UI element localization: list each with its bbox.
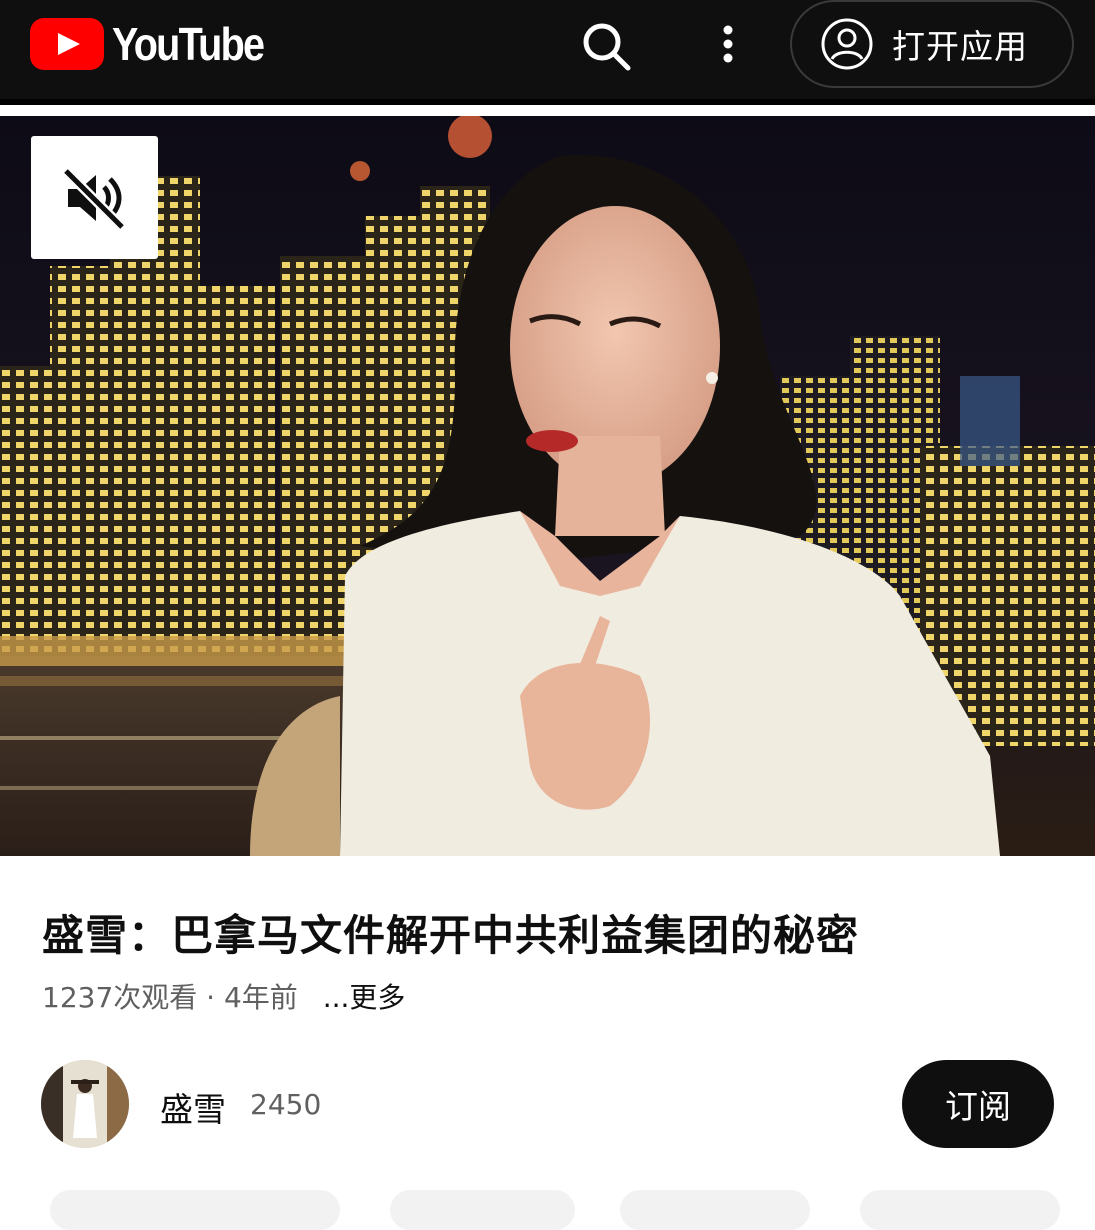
channel-name[interactable]: 盛雪: [160, 1083, 226, 1131]
channel-avatar[interactable]: [41, 1060, 129, 1148]
open-app-button[interactable]: 打开应用: [790, 0, 1074, 88]
youtube-logo[interactable]: YouTube: [30, 16, 288, 72]
action-chip[interactable]: [50, 1190, 340, 1230]
views-and-age: 1237次观看 · 4年前: [42, 981, 298, 1014]
video-frame: [0, 116, 1095, 856]
action-chip[interactable]: [390, 1190, 575, 1230]
video-player[interactable]: [0, 116, 1095, 856]
action-chip[interactable]: [620, 1190, 810, 1230]
volume-off-icon: [61, 166, 126, 231]
youtube-play-icon: [30, 18, 104, 70]
unmute-button[interactable]: [31, 136, 158, 259]
search-button[interactable]: [576, 16, 636, 76]
account-circle-icon: [821, 18, 873, 70]
open-app-label: 打开应用: [892, 27, 1028, 66]
video-title[interactable]: 盛雪：巴拿马文件解开中共利益集团的秘密: [42, 902, 1062, 963]
subscribe-button[interactable]: 订阅: [902, 1060, 1054, 1148]
more-vert-icon: [723, 25, 733, 63]
more-description-link[interactable]: ...更多: [323, 981, 406, 1014]
search-icon: [583, 23, 631, 71]
top-app-bar: YouTube 打开应用: [0, 0, 1095, 105]
subscriber-count: 2450: [250, 1088, 322, 1121]
logo-text: YouTube: [112, 18, 265, 70]
more-options-button[interactable]: [706, 16, 750, 76]
subscribe-label: 订阅: [945, 1087, 1011, 1126]
avatar-image: [41, 1060, 129, 1148]
action-chip[interactable]: [860, 1190, 1060, 1230]
video-meta[interactable]: 1237次观看 · 4年前 ...更多: [42, 976, 405, 1016]
